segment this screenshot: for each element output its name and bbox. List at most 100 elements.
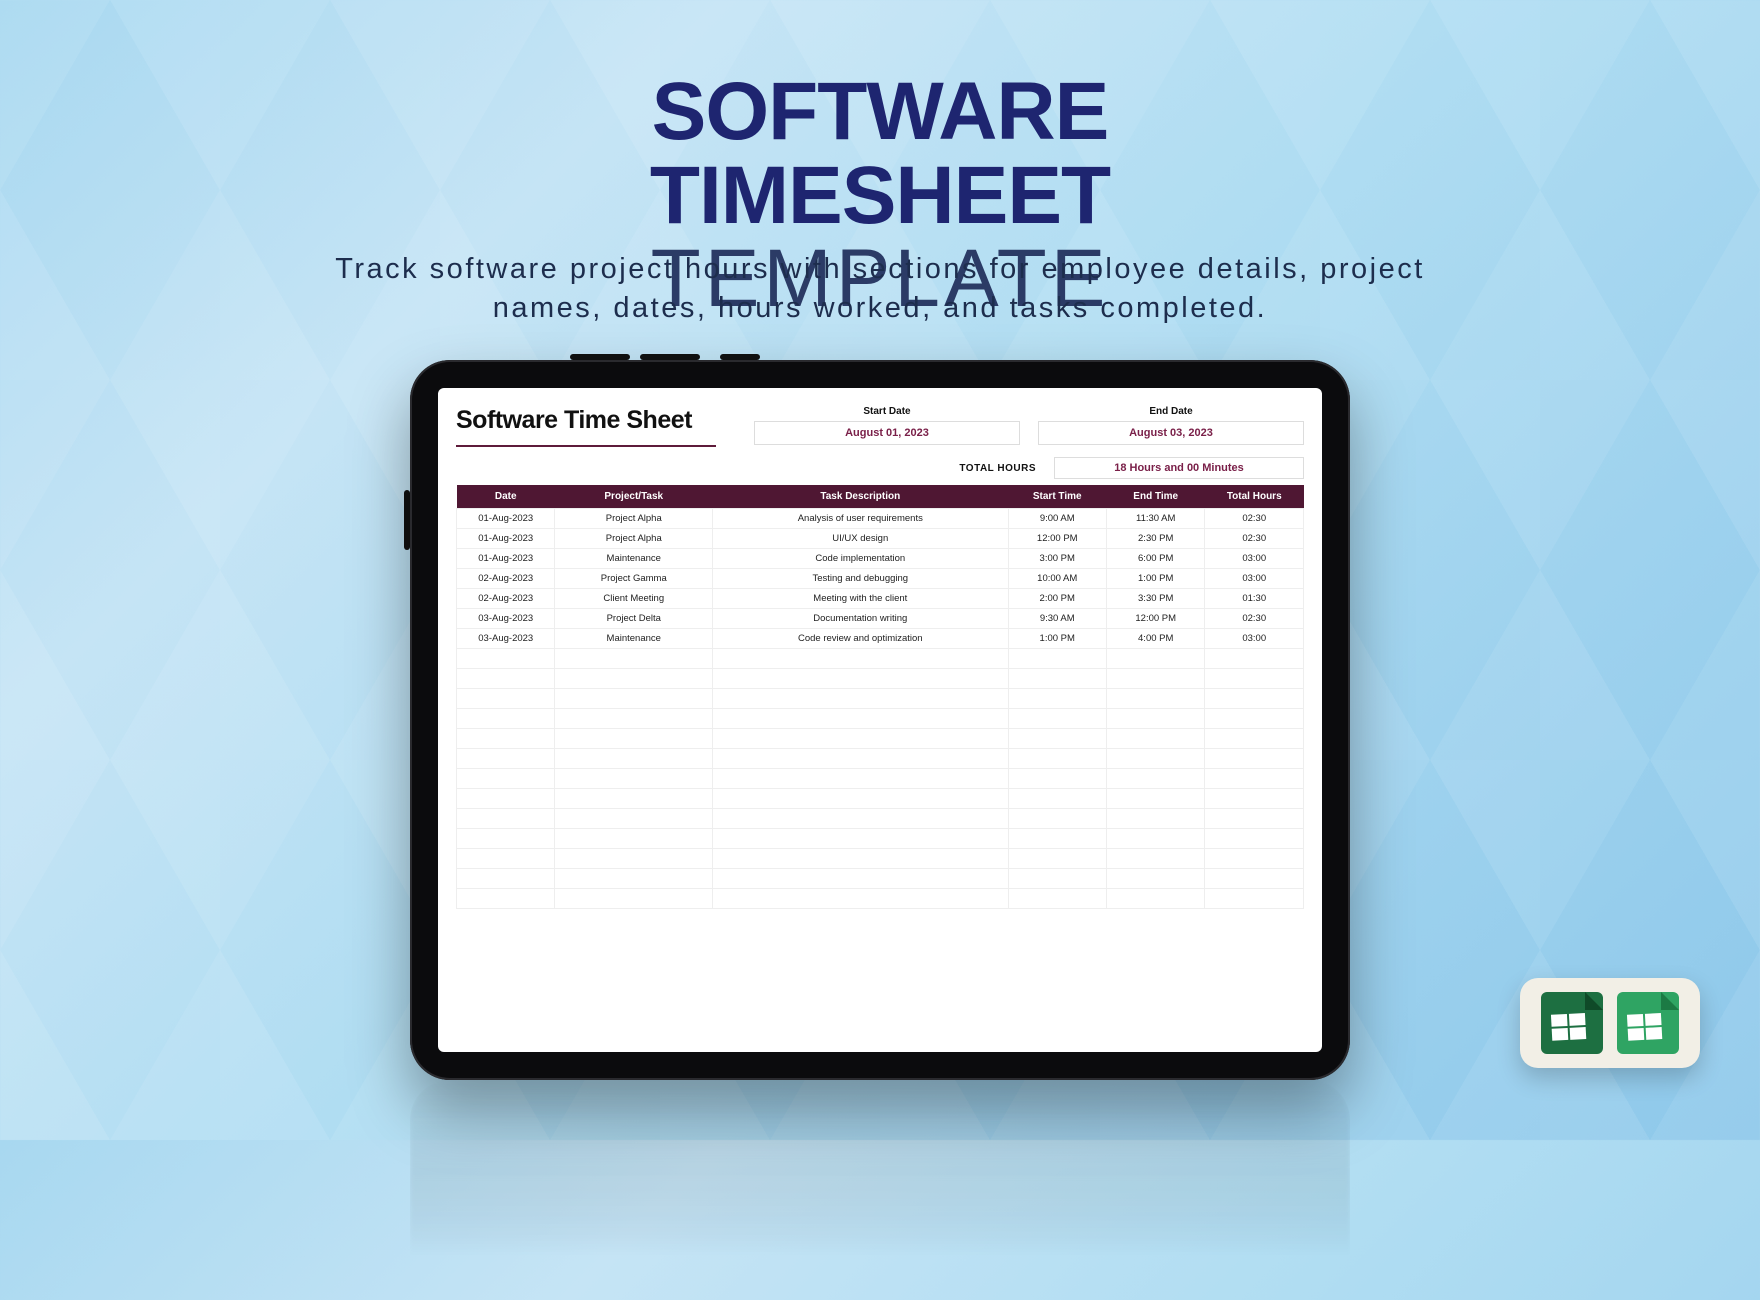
cell-empty	[457, 889, 555, 909]
cell-total: 02:30	[1205, 529, 1304, 549]
table-row-empty	[457, 729, 1304, 749]
cell-date: 03-Aug-2023	[457, 609, 555, 629]
cell-date: 01-Aug-2023	[457, 529, 555, 549]
col-project: Project/Task	[555, 485, 713, 509]
cell-start: 12:00 PM	[1008, 529, 1106, 549]
cell-empty	[1205, 889, 1304, 909]
cell-empty	[457, 869, 555, 889]
cell-start: 9:30 AM	[1008, 609, 1106, 629]
table-row: 01-Aug-2023Project AlphaUI/UX design12:0…	[457, 529, 1304, 549]
cell-empty	[457, 829, 555, 849]
cell-end: 3:30 PM	[1106, 589, 1204, 609]
cell-empty	[1008, 869, 1106, 889]
cell-empty	[555, 889, 713, 909]
cell-project: Client Meeting	[555, 589, 713, 609]
table-row-empty	[457, 689, 1304, 709]
cell-total: 03:00	[1205, 569, 1304, 589]
hero-line1: SOFTWARE	[440, 70, 1320, 154]
cell-empty	[1008, 729, 1106, 749]
cell-empty	[555, 689, 713, 709]
cell-total: 02:30	[1205, 609, 1304, 629]
table-row-empty	[457, 889, 1304, 909]
cell-start: 3:00 PM	[1008, 549, 1106, 569]
cell-empty	[1205, 789, 1304, 809]
cell-empty	[457, 769, 555, 789]
timesheet-table: Date Project/Task Task Description Start…	[456, 485, 1304, 909]
cell-empty	[1106, 869, 1204, 889]
cell-desc: UI/UX design	[713, 529, 1008, 549]
cell-start: 1:00 PM	[1008, 629, 1106, 649]
start-date-block: Start Date August 01, 2023	[754, 406, 1020, 445]
cell-empty	[1106, 649, 1204, 669]
cell-empty	[555, 789, 713, 809]
end-date-block: End Date August 03, 2023	[1038, 406, 1304, 445]
table-row-empty	[457, 709, 1304, 729]
col-start-time: Start Time	[1008, 485, 1106, 509]
cell-end: 6:00 PM	[1106, 549, 1204, 569]
cell-project: Project Alpha	[555, 509, 713, 529]
col-date: Date	[457, 485, 555, 509]
table-row-empty	[457, 849, 1304, 869]
end-date-value: August 03, 2023	[1038, 421, 1304, 445]
cell-empty	[1106, 809, 1204, 829]
cell-start: 10:00 AM	[1008, 569, 1106, 589]
cell-empty	[713, 769, 1008, 789]
file-format-badge	[1520, 978, 1700, 1068]
cell-empty	[1008, 649, 1106, 669]
cell-empty	[1106, 689, 1204, 709]
table-row: 03-Aug-2023MaintenanceCode review and op…	[457, 629, 1304, 649]
total-hours-value: 18 Hours and 00 Minutes	[1054, 457, 1304, 479]
spreadsheet-screen: Software Time Sheet Start Date August 01…	[438, 388, 1322, 1052]
cell-date: 01-Aug-2023	[457, 509, 555, 529]
cell-empty	[713, 689, 1008, 709]
sheet-header: Software Time Sheet Start Date August 01…	[456, 406, 1304, 447]
cell-empty	[555, 669, 713, 689]
cell-empty	[1008, 669, 1106, 689]
cell-empty	[1205, 849, 1304, 869]
cell-desc: Documentation writing	[713, 609, 1008, 629]
cell-desc: Meeting with the client	[713, 589, 1008, 609]
cell-empty	[1205, 769, 1304, 789]
cell-project: Maintenance	[555, 629, 713, 649]
cell-desc: Analysis of user requirements	[713, 509, 1008, 529]
cell-project: Project Alpha	[555, 529, 713, 549]
total-hours-label: TOTAL HOURS	[959, 463, 1036, 474]
table-row: 03-Aug-2023Project DeltaDocumentation wr…	[457, 609, 1304, 629]
cell-empty	[1106, 769, 1204, 789]
cell-empty	[1008, 749, 1106, 769]
cell-empty	[1008, 689, 1106, 709]
cell-empty	[1205, 649, 1304, 669]
cell-project: Maintenance	[555, 549, 713, 569]
col-description: Task Description	[713, 485, 1008, 509]
cell-empty	[713, 729, 1008, 749]
cell-desc: Code review and optimization	[713, 629, 1008, 649]
cell-empty	[1008, 709, 1106, 729]
cell-end: 1:00 PM	[1106, 569, 1204, 589]
table-row-empty	[457, 669, 1304, 689]
cell-empty	[457, 649, 555, 669]
cell-empty	[1205, 869, 1304, 889]
cell-end: 12:00 PM	[1106, 609, 1204, 629]
cell-end: 11:30 AM	[1106, 509, 1204, 529]
total-hours-row: TOTAL HOURS 18 Hours and 00 Minutes	[456, 457, 1304, 479]
cell-empty	[713, 889, 1008, 909]
cell-empty	[457, 749, 555, 769]
cell-total: 03:00	[1205, 549, 1304, 569]
table-row: 01-Aug-2023Project AlphaAnalysis of user…	[457, 509, 1304, 529]
cell-empty	[1008, 889, 1106, 909]
cell-empty	[555, 729, 713, 749]
cell-empty	[1205, 749, 1304, 769]
cell-project: Project Gamma	[555, 569, 713, 589]
table-row-empty	[457, 749, 1304, 769]
cell-empty	[457, 809, 555, 829]
cell-empty	[1106, 749, 1204, 769]
cell-date: 02-Aug-2023	[457, 569, 555, 589]
table-row-empty	[457, 789, 1304, 809]
cell-empty	[1205, 829, 1304, 849]
cell-empty	[1106, 789, 1204, 809]
tablet-body: Software Time Sheet Start Date August 01…	[410, 360, 1350, 1080]
cell-desc: Code implementation	[713, 549, 1008, 569]
cell-date: 01-Aug-2023	[457, 549, 555, 569]
cell-empty	[457, 729, 555, 749]
cell-empty	[713, 709, 1008, 729]
